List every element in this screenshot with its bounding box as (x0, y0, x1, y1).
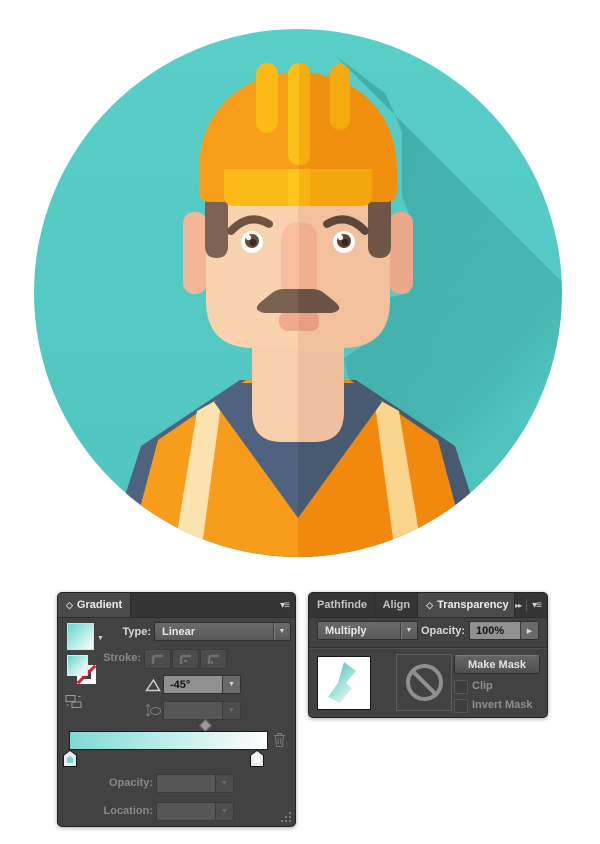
aspect-ratio-dropdown: ▼ (163, 701, 241, 720)
eye-left (241, 231, 263, 253)
gradient-panel-tabbar: ◇ Gradient ▾≡ (58, 593, 295, 618)
tab-transparency[interactable]: ◇ Transparency (418, 593, 515, 617)
gradient-panel: ◇ Gradient ▾≡ ▼ Type: Linear ▼ Str (57, 592, 296, 827)
gradient-midpoint-handle[interactable] (199, 719, 212, 732)
tab-align[interactable]: Align (375, 593, 419, 617)
stop-location-dropdown: ▼ (156, 802, 234, 821)
panel-menu-icon[interactable]: ▾≡ (280, 600, 289, 611)
no-mask-icon (406, 664, 443, 701)
opacity-field[interactable]: 100% ▶ (469, 621, 539, 640)
worker-avatar-illustration (0, 0, 600, 580)
transparency-panel-tabbar: Pathfinde Align ◇ Transparency ▸▸ ▾≡ (309, 593, 547, 618)
stop-opacity-dropdown: ▼ (156, 774, 234, 793)
stop-opacity-label: Opacity: (98, 777, 153, 789)
gradient-slider-bar[interactable] (69, 731, 268, 750)
worker-avatar-svg (0, 0, 600, 580)
opacity-spinner-icon[interactable]: ▶ (520, 622, 538, 639)
clip-checkbox (454, 680, 468, 694)
panel-menu-icon[interactable]: ▾≡ (532, 600, 541, 611)
panel-resize-grip[interactable] (281, 812, 292, 823)
dropdown-arrow-icon: ▼ (222, 702, 240, 719)
angle-dropdown-arrow-icon[interactable]: ▼ (222, 676, 240, 693)
gradient-stop-left[interactable] (63, 750, 77, 767)
stop-location-label: Location: (98, 805, 153, 817)
tab-pathfinder[interactable]: Pathfinde (309, 593, 375, 617)
tab-gradient[interactable]: ◇ Gradient (58, 593, 131, 617)
type-dropdown[interactable]: Linear ▼ (154, 622, 291, 641)
ear-right (389, 212, 413, 294)
reverse-gradient-icon[interactable] (65, 694, 83, 709)
stroke-across-button (200, 649, 227, 669)
clip-label: Clip (472, 680, 493, 692)
collapse-panels-icon[interactable]: ▸▸ (515, 601, 521, 610)
nose (281, 222, 317, 300)
blend-mode-value: Multiply (318, 625, 367, 637)
opacity-value: 100% (470, 625, 504, 637)
invert-mask-label: Invert Mask (472, 699, 533, 711)
stroke-within-button (144, 649, 171, 669)
delete-stop-trash-icon (272, 731, 287, 748)
ear-left (183, 212, 207, 294)
angle-field[interactable]: -45° ▼ (163, 675, 241, 694)
make-mask-button[interactable]: Make Mask (454, 655, 540, 674)
aspect-ratio-icon (144, 703, 162, 718)
dropdown-arrow-icon: ▼ (215, 803, 233, 820)
type-value: Linear (155, 626, 195, 638)
gradient-swatch[interactable] (67, 623, 94, 650)
opacity-label: Opacity: (421, 625, 467, 637)
gradient-panel-title: Gradient (77, 599, 122, 611)
screen: ◇ Gradient ▾≡ ▼ Type: Linear ▼ Str (0, 0, 600, 844)
angle-value: -45° (164, 679, 190, 691)
angle-icon (145, 678, 161, 692)
fill-proxy[interactable] (67, 655, 88, 676)
panel-cycle-icon: ◇ (66, 600, 73, 611)
stroke-corner-icon (178, 653, 194, 665)
panel-cycle-icon: ◇ (426, 600, 433, 611)
dropdown-arrow-icon: ▼ (215, 775, 233, 792)
gradient-stop-right[interactable] (250, 750, 264, 767)
hat-band (224, 169, 372, 206)
mouth (279, 311, 319, 331)
type-label: Type: (96, 626, 151, 638)
stroke-along-button (172, 649, 199, 669)
blend-mode-dropdown[interactable]: Multiply ▼ (317, 621, 418, 640)
dropdown-arrow-icon: ▼ (401, 627, 417, 634)
stroke-corner-icon (150, 653, 166, 665)
invert-mask-checkbox (454, 699, 468, 713)
eye-right (333, 231, 355, 253)
dropdown-arrow-icon: ▼ (274, 628, 290, 635)
transparency-panel: Pathfinde Align ◇ Transparency ▸▸ ▾≡ Mul… (308, 592, 548, 718)
mask-thumbnail-slot[interactable] (396, 654, 452, 711)
stroke-corner-icon (206, 653, 222, 665)
shadow-shape-thumbnail (318, 657, 370, 709)
stroke-label: Stroke: (86, 652, 141, 664)
object-thumbnail[interactable] (317, 656, 371, 710)
